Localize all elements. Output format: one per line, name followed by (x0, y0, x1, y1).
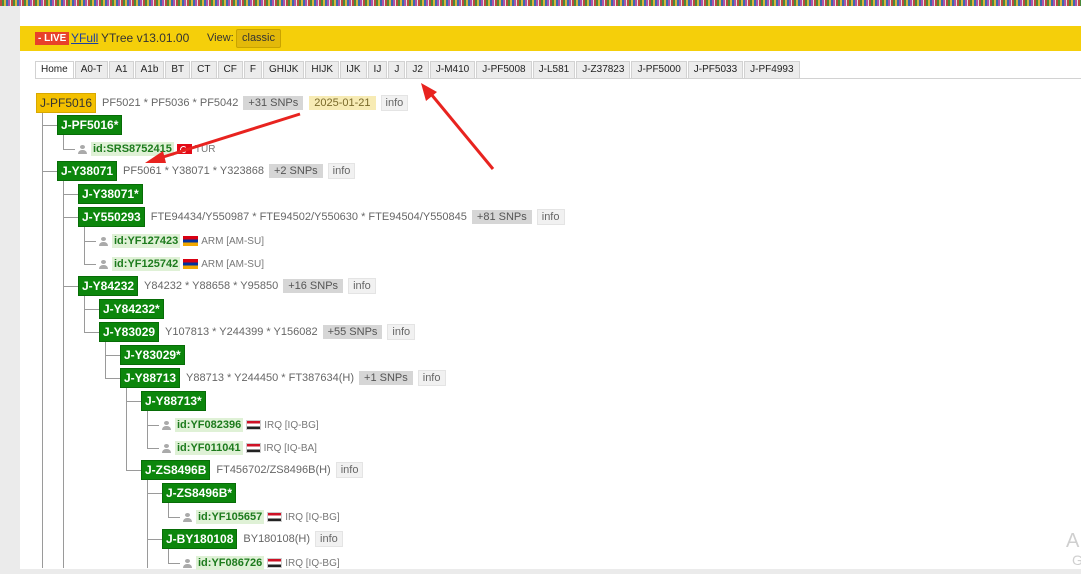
annotation-arrow-line (159, 112, 301, 160)
watermark-letter: A (1066, 530, 1080, 552)
annotation-arrowhead (145, 151, 166, 163)
annotation-arrows (145, 83, 495, 170)
annotation-arrow-line (429, 93, 495, 170)
watermark-letter: G (1072, 552, 1081, 568)
